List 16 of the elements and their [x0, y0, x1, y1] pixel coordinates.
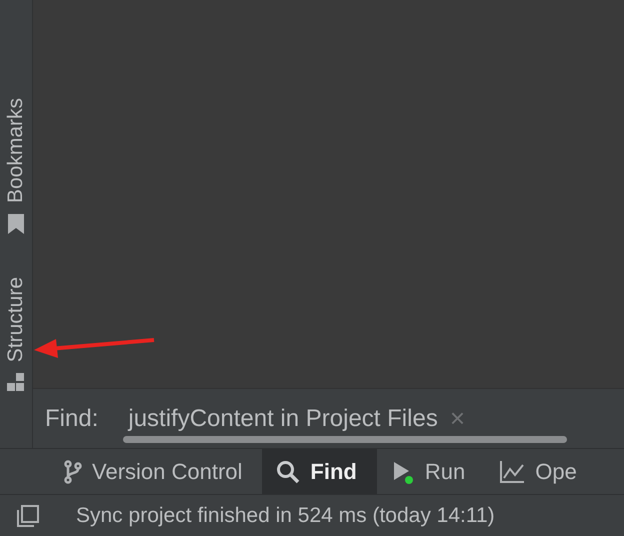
- search-result-tab[interactable]: justifyContent in Project Files: [128, 404, 438, 432]
- tool-tab[interactable]: Ope: [485, 449, 597, 494]
- structure-icon: [6, 372, 26, 392]
- tool-tab[interactable]: Version Control: [50, 449, 262, 494]
- scrollbar-thumb[interactable]: [123, 436, 567, 443]
- status-message: Sync project finished in 524 ms (today 14:11): [76, 504, 495, 528]
- bookmark-icon: [7, 213, 25, 236]
- window-icon[interactable]: [16, 504, 40, 528]
- branch-icon: [64, 460, 82, 484]
- tool-window-button[interactable]: Bookmarks: [0, 98, 32, 236]
- tool-tab[interactable]: Run: [376, 449, 486, 494]
- find-label: Find:: [45, 404, 98, 432]
- tool-window-button[interactable]: Structure: [0, 277, 32, 392]
- chart-icon: [499, 460, 526, 484]
- tool-tab[interactable]: Find: [262, 449, 377, 494]
- search-icon: [276, 460, 300, 484]
